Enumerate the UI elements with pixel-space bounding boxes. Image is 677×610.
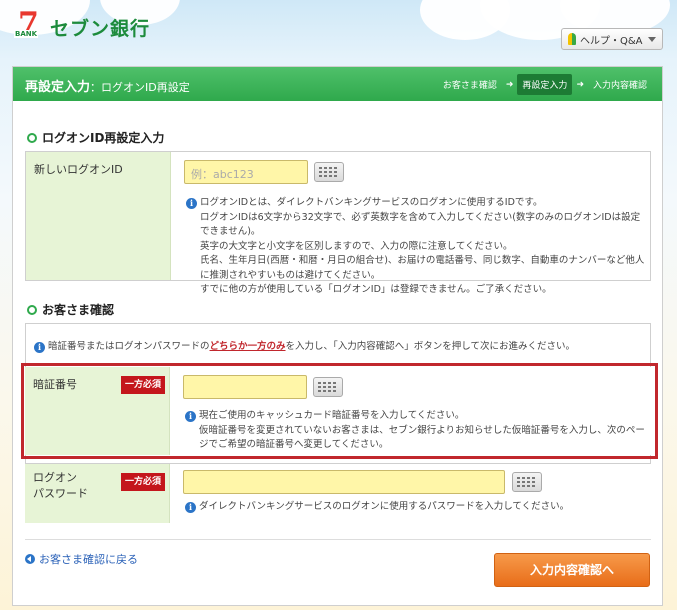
info-icon: i [186,198,197,209]
note-text: 英字の大文字と小文字を区別しますので、入力の際に注意してください。 [200,240,513,252]
section-heading-logon-id: ログオンID再設定入力 [27,129,164,146]
logon-id-label: 新しいログオンID [26,152,171,280]
section-heading-customer-confirm: お客さま確認 [27,301,114,318]
logon-id-notes: i ログオンIDとは、ダイレクトバンキングサービスのログオンに使用するIDです。 … [186,196,646,298]
site-header: 7 BANK セブン銀行 ヘルプ・Q&A [0,0,677,62]
arrow-right-icon: ➜ [505,79,514,90]
intro-text: 暗証番号またはログオンパスワードの [48,341,210,352]
password-notes: i ダイレクトバンキングサービスのログオンに使用するパスワードを入力してください。 [185,500,645,515]
beginner-leaf-icon [568,33,576,45]
password-label: ログオン パスワード 一方必須 [25,464,170,523]
section-heading-text: ログオンID再設定入力 [42,131,165,145]
main-panel: 再設定入力：ログオンID再設定 お客さま確認 ➜ 再設定入力 ➜ 入力内容確認 … [12,66,663,606]
help-label: ヘルプ・Q&A [580,35,643,47]
logon-id-placeholder: 例：abc123 [191,168,254,181]
page-title-main: 再設定入力 [25,80,91,95]
step-reset-input: 再設定入力 [517,74,573,95]
logo-text: セブン銀行 [50,17,151,40]
software-keyboard-icon[interactable] [512,472,542,492]
back-link-text: お客さま確認に戻る [39,553,138,566]
circle-bullet-icon [27,304,37,315]
logon-id-row: 新しいログオンID 例：abc123 i ログオンIDとは、ダイレクトバンキングサ… [25,151,651,295]
step-indicator: お客さま確認 ➜ 再設定入力 ➜ 入力内容確認 [438,74,652,95]
required-badge: 一方必須 [120,473,165,491]
password-label-text: ログオン [33,471,77,484]
chevron-down-icon [648,37,656,42]
software-keyboard-icon[interactable] [314,162,344,182]
page-title-sub: ：ログオンID再設定 [90,81,190,94]
back-to-customer-confirm-link[interactable]: お客さま確認に戻る [25,551,138,567]
info-icon: i [185,502,196,513]
page-title: 再設定入力：ログオンID再設定 [25,76,190,95]
note-text: ログオンIDとは、ダイレクトバンキングサービスのログオンに使用するIDです。 [200,197,543,208]
help-qa-dropdown[interactable]: ヘルプ・Q&A [561,28,663,50]
password-label-text: パスワード [33,487,88,500]
confirm-input-button[interactable]: 入力内容確認へ [494,553,650,587]
step-customer-confirm: お客さま確認 [442,81,497,91]
intro-text: を入力し、「入力内容確認へ」ボタンを押して次にお進みください。 [285,341,575,352]
note-line: i ログオンIDとは、ダイレクトバンキングサービスのログオンに使用するIDです。 [186,197,543,209]
note-text: ログオンIDは6文字から32文字で、必ず英数字を含めて入力してください(数字のみ… [200,211,641,238]
back-arrow-icon [25,554,35,564]
highlight-frame [21,363,658,459]
intro-emphasis: どちらか一方のみ [209,341,286,352]
logo-mark-icon: 7 BANK [14,9,44,42]
logo-bank: BANK [14,30,39,38]
note-text: ダイレクトバンキングサービスのログオンに使用するパスワードを入力してください。 [199,501,570,512]
seven-bank-logo[interactable]: 7 BANK セブン銀行 [14,9,151,42]
new-logon-id-input[interactable]: 例：abc123 [184,160,308,184]
arrow-right-icon: ➜ [576,79,584,90]
note-text: 氏名、生年月日(西暦・和暦・月日の組合せ)、お届けの電話番号、同じ数字、自動車の… [200,255,645,281]
title-bar: 再設定入力：ログオンID再設定 お客さま確認 ➜ 再設定入力 ➜ 入力内容確認 [13,67,662,101]
circle-bullet-icon [27,132,37,143]
logon-password-input[interactable] [183,470,505,494]
logon-id-label-text: 新しいログオンID [34,163,123,176]
customer-confirm-intro: i 暗証番号またはログオンパスワードのどちらか一方のみを入力し、「入力内容確認へ」… [34,340,644,355]
step-input-confirm: 入力内容確認 [592,81,647,91]
divider [25,539,651,540]
password-row: ログオン パスワード 一方必須 i ダイレクトバンキングサービスのログオンに使用す… [25,463,651,523]
section-heading-text: お客さま確認 [42,303,115,317]
info-icon: i [34,342,45,353]
note-text: すでに他の方が使用している「ログオンID」は登録できません。ご了承ください。 [200,284,552,295]
